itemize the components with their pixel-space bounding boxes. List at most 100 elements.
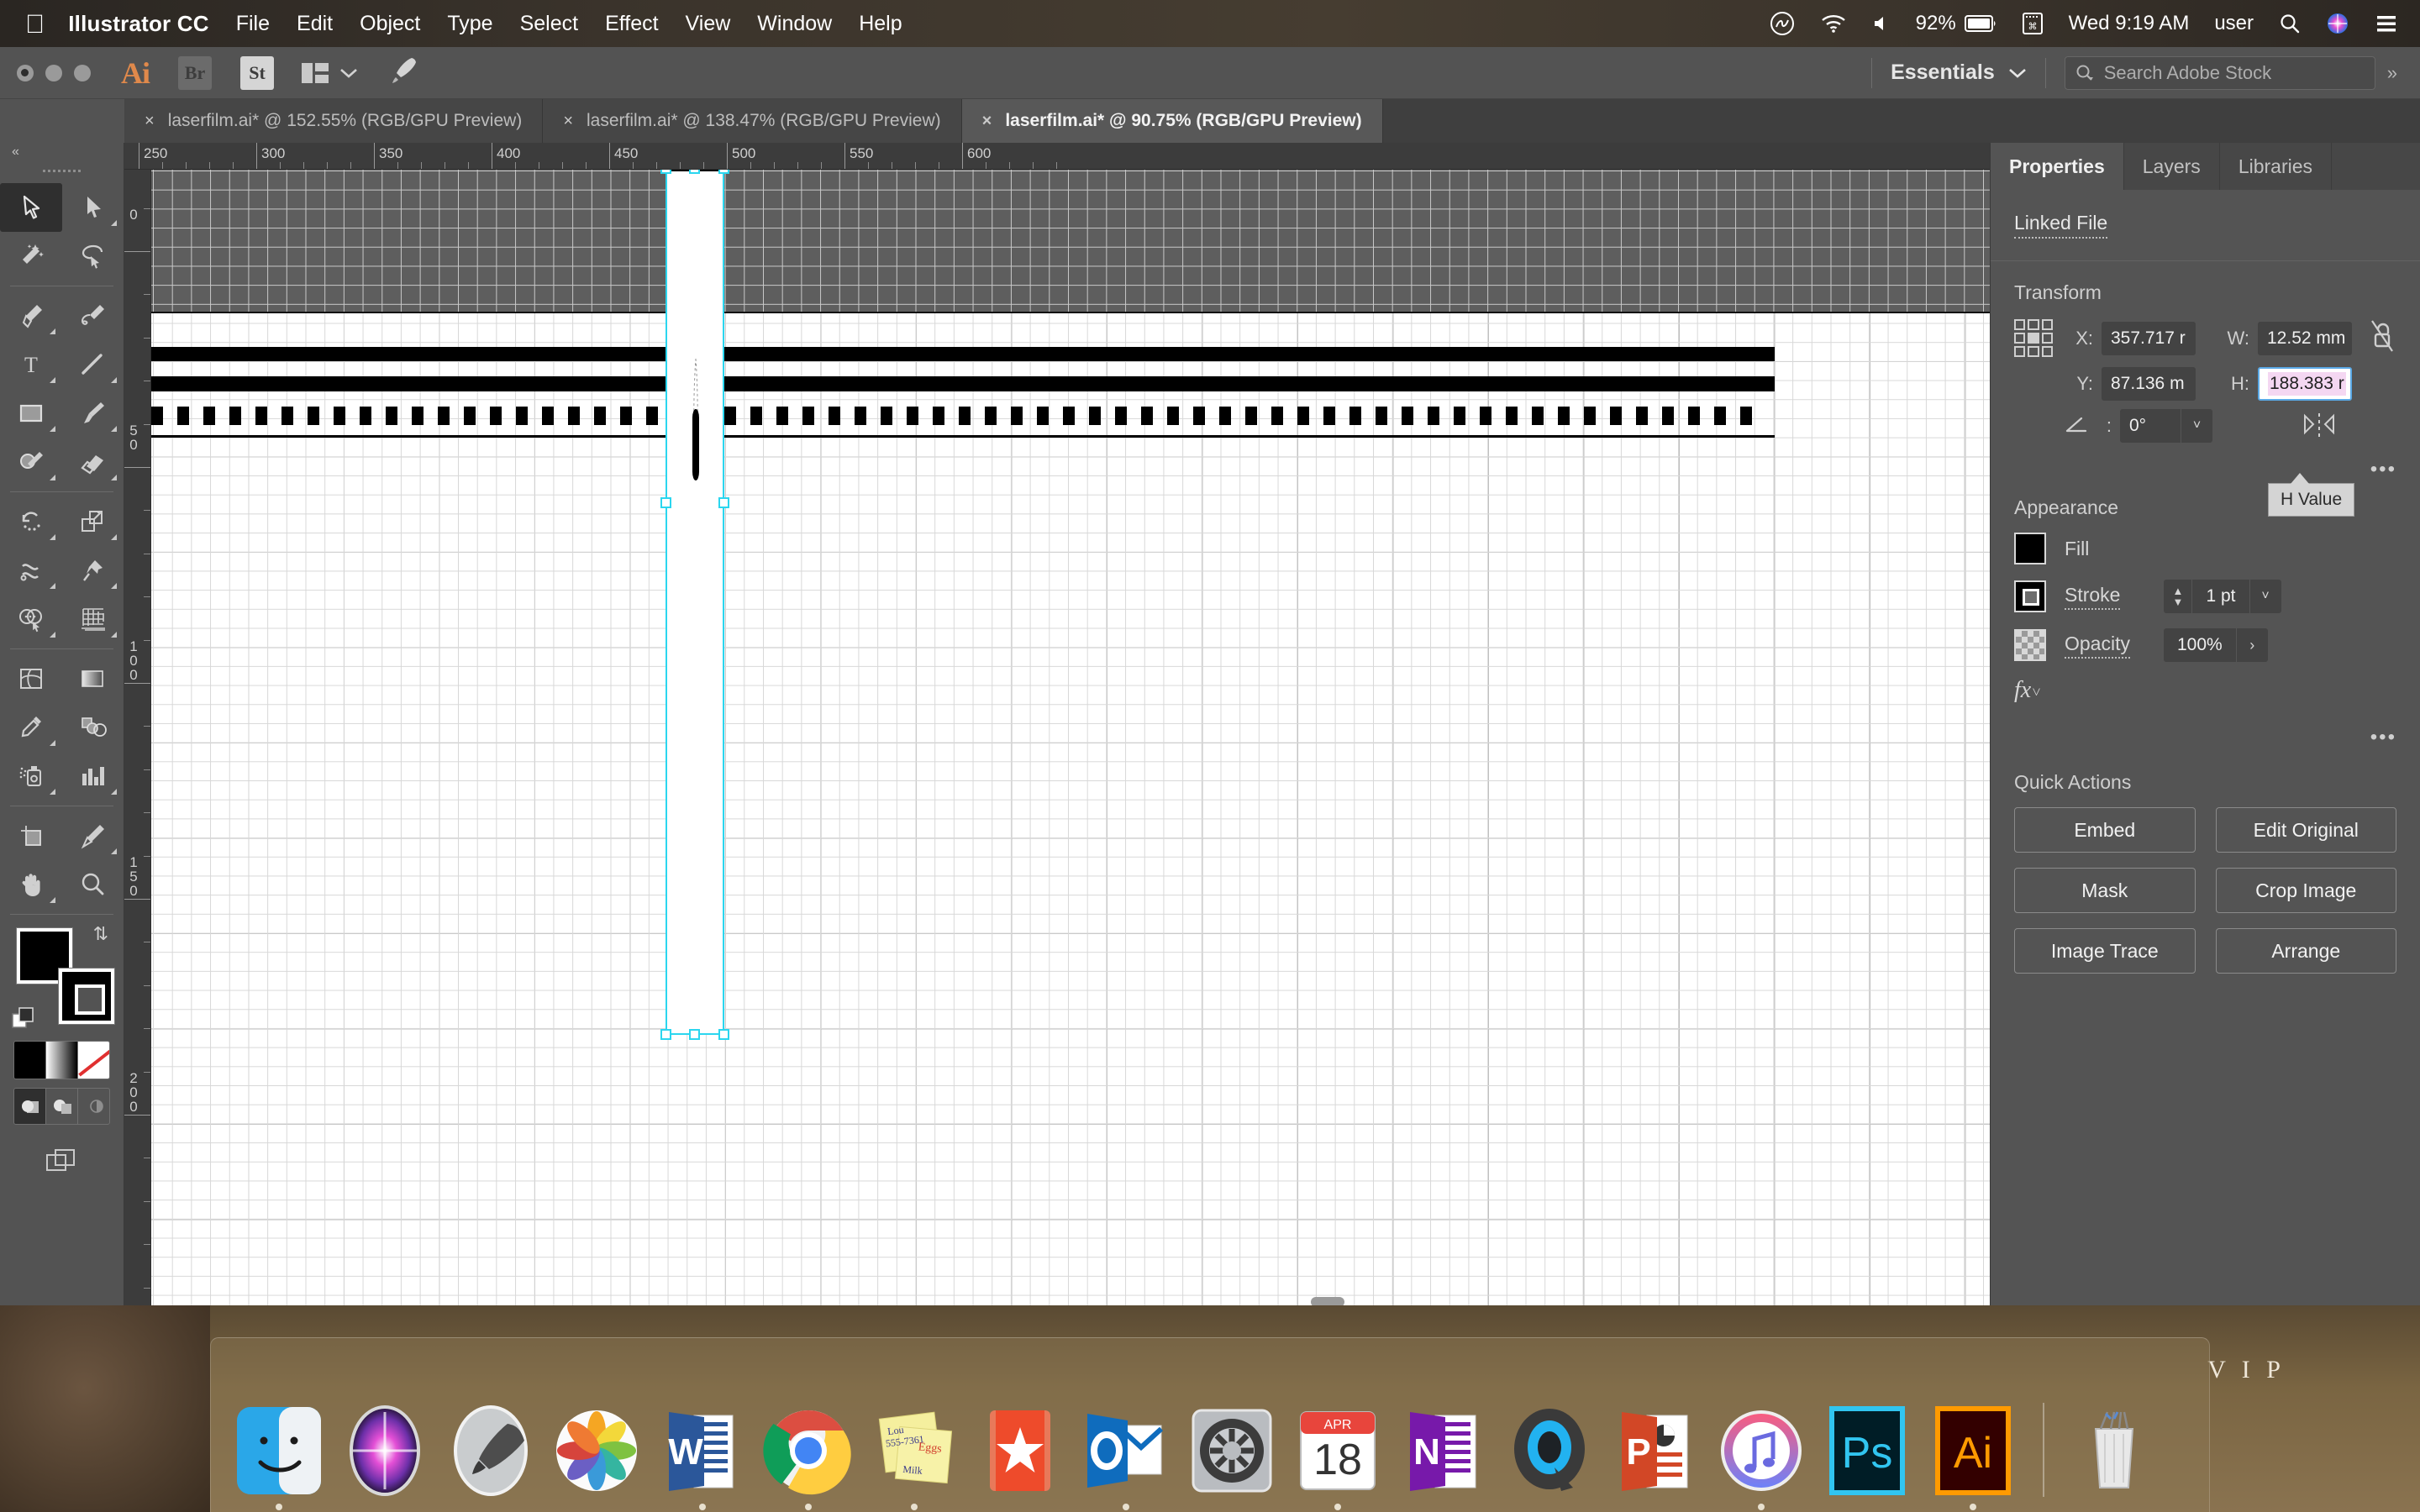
menu-view[interactable]: View: [686, 12, 731, 36]
tool-paintbrush[interactable]: [62, 389, 124, 438]
close-icon[interactable]: ×: [145, 112, 155, 131]
tool-curvature[interactable]: [62, 291, 124, 340]
selection-handle-br[interactable]: [718, 1029, 729, 1040]
close-window-button[interactable]: [17, 64, 34, 81]
w-field[interactable]: 12.52 mm: [2258, 321, 2352, 355]
dock-item-itunes[interactable]: [1712, 1401, 1811, 1510]
dock-item-outlook[interactable]: [1076, 1401, 1176, 1510]
dock-item-calendar[interactable]: APR 18: [1288, 1401, 1387, 1510]
fill-color-swatch[interactable]: [2014, 533, 2046, 564]
volume-icon[interactable]: [1872, 13, 1891, 34]
default-fill-stroke-icon[interactable]: [12, 1007, 40, 1032]
chevron-down-icon[interactable]: ˅: [2249, 580, 2281, 613]
opacity-label[interactable]: Opacity: [2065, 633, 2130, 659]
edit-original-button[interactable]: Edit Original: [2215, 807, 2396, 853]
dock-item-chrome[interactable]: [759, 1401, 858, 1510]
tool-column-graph[interactable]: [62, 752, 124, 801]
tab-layers[interactable]: Layers: [2123, 143, 2220, 190]
wifi-icon[interactable]: [1820, 13, 1847, 34]
selection-handle-tc[interactable]: [689, 170, 700, 174]
document-tab-2[interactable]: × laserfilm.ai* @ 138.47% (RGB/GPU Previ…: [543, 99, 962, 143]
tool-width[interactable]: [0, 546, 62, 595]
tool-direct-selection[interactable]: [62, 183, 124, 232]
selection-handle-ml[interactable]: [660, 497, 671, 508]
chevron-down-icon[interactable]: ˅: [2031, 684, 2041, 701]
tool-line-segment[interactable]: [62, 340, 124, 389]
anchor-mr[interactable]: [2041, 332, 2053, 344]
anchor-tl[interactable]: [2014, 318, 2026, 330]
tool-flyout-indicator[interactable]: [49, 426, 55, 432]
selection-handle-bl[interactable]: [660, 1029, 671, 1040]
tool-flyout-indicator[interactable]: [49, 377, 55, 383]
tool-blend[interactable]: [62, 703, 124, 752]
image-trace-button[interactable]: Image Trace: [2014, 928, 2196, 974]
minimize-window-button[interactable]: [45, 64, 62, 81]
stroke-swatch[interactable]: [58, 968, 115, 1025]
battery-icon[interactable]: [1964, 14, 1996, 33]
arrange-button[interactable]: Arrange: [2215, 928, 2396, 974]
notification-center-icon[interactable]: [2375, 13, 2398, 34]
tool-scale[interactable]: [62, 497, 124, 546]
swap-fill-stroke-icon[interactable]: ⇅: [93, 923, 108, 945]
stepper-icon[interactable]: ▲ ▼: [2164, 580, 2193, 613]
tool-flyout-indicator[interactable]: [49, 897, 55, 903]
reference-point-selector[interactable]: [2014, 318, 2053, 358]
flip-horizontal-vertical-icon[interactable]: [2302, 410, 2337, 443]
menu-type[interactable]: Type: [447, 12, 492, 36]
angle-field[interactable]: 0°: [2120, 409, 2181, 443]
tool-flyout-indicator[interactable]: [111, 220, 117, 226]
selection-handle-tr[interactable]: [718, 170, 729, 174]
dock-item-illustrator[interactable]: Ai: [1923, 1401, 2023, 1510]
artwork-dash-row[interactable]: [151, 407, 1775, 425]
dock-item-powerpoint[interactable]: P: [1606, 1401, 1705, 1500]
active-app-name[interactable]: Illustrator CC: [68, 11, 208, 37]
draw-normal-button[interactable]: [14, 1089, 46, 1124]
embed-button[interactable]: Embed: [2014, 807, 2196, 853]
artwork-hairline[interactable]: [151, 435, 1775, 438]
dock-item-word[interactable]: W: [653, 1401, 752, 1510]
artwork-black-bar-top[interactable]: [151, 347, 1775, 361]
anchor-tr[interactable]: [2041, 318, 2053, 330]
tool-symbol-sprayer[interactable]: [0, 752, 62, 801]
tool-eyedropper[interactable]: [0, 703, 62, 752]
opacity-swatch[interactable]: [2014, 629, 2046, 661]
constrain-proportions-icon[interactable]: [2369, 318, 2396, 359]
tool-slice[interactable]: [62, 811, 124, 860]
selection-handle-bc[interactable]: [689, 1029, 700, 1040]
tab-properties[interactable]: Properties: [1991, 143, 2124, 190]
change-screen-mode-button[interactable]: [44, 1147, 81, 1179]
stroke-label[interactable]: Stroke: [2065, 584, 2121, 610]
tool-flyout-indicator[interactable]: [111, 848, 117, 854]
opacity-control[interactable]: 100% ›: [2163, 628, 2268, 662]
tool-hand[interactable]: [0, 860, 62, 909]
draw-behind-button[interactable]: [46, 1089, 78, 1124]
stroke-color-swatch[interactable]: [2014, 580, 2046, 612]
input-source-icon[interactable]: ⌘: [2022, 12, 2044, 35]
anchor-tc[interactable]: [2028, 318, 2039, 330]
tool-flyout-indicator[interactable]: [111, 789, 117, 795]
tool-flyout-indicator[interactable]: [49, 789, 55, 795]
tool-type[interactable]: T: [0, 340, 62, 389]
workspace-switcher[interactable]: Essentials: [1891, 60, 2027, 85]
horizontal-ruler[interactable]: 250 300 350 400 450 500 550 600: [124, 143, 1990, 170]
rocket-button[interactable]: [387, 54, 420, 92]
selection-handle-mr[interactable]: [718, 497, 729, 508]
appearance-more-options-icon[interactable]: •••: [1991, 726, 2396, 749]
tools-panel-grip[interactable]: [0, 161, 124, 183]
siri-icon[interactable]: [2326, 12, 2349, 35]
dock-item-trash[interactable]: [2065, 1401, 2164, 1500]
tool-free-transform[interactable]: [62, 546, 124, 595]
tool-flyout-indicator[interactable]: [111, 475, 117, 480]
dock-item-finder[interactable]: [229, 1401, 329, 1510]
dock-item-wunderlist[interactable]: [971, 1401, 1070, 1500]
close-icon[interactable]: ×: [982, 112, 992, 131]
tool-flyout-indicator[interactable]: [49, 328, 55, 334]
arrange-documents-button[interactable]: [301, 61, 358, 85]
tool-artboard[interactable]: [0, 811, 62, 860]
selection-bounding-box[interactable]: [660, 170, 729, 1040]
document-tab-3[interactable]: × laserfilm.ai* @ 90.75% (RGB/GPU Previe…: [961, 99, 1383, 143]
stock-button[interactable]: St: [240, 55, 274, 90]
dock-item-quicktime[interactable]: [1500, 1401, 1599, 1500]
close-icon[interactable]: ×: [563, 112, 573, 131]
apple-menu-icon[interactable]: : [25, 11, 45, 37]
